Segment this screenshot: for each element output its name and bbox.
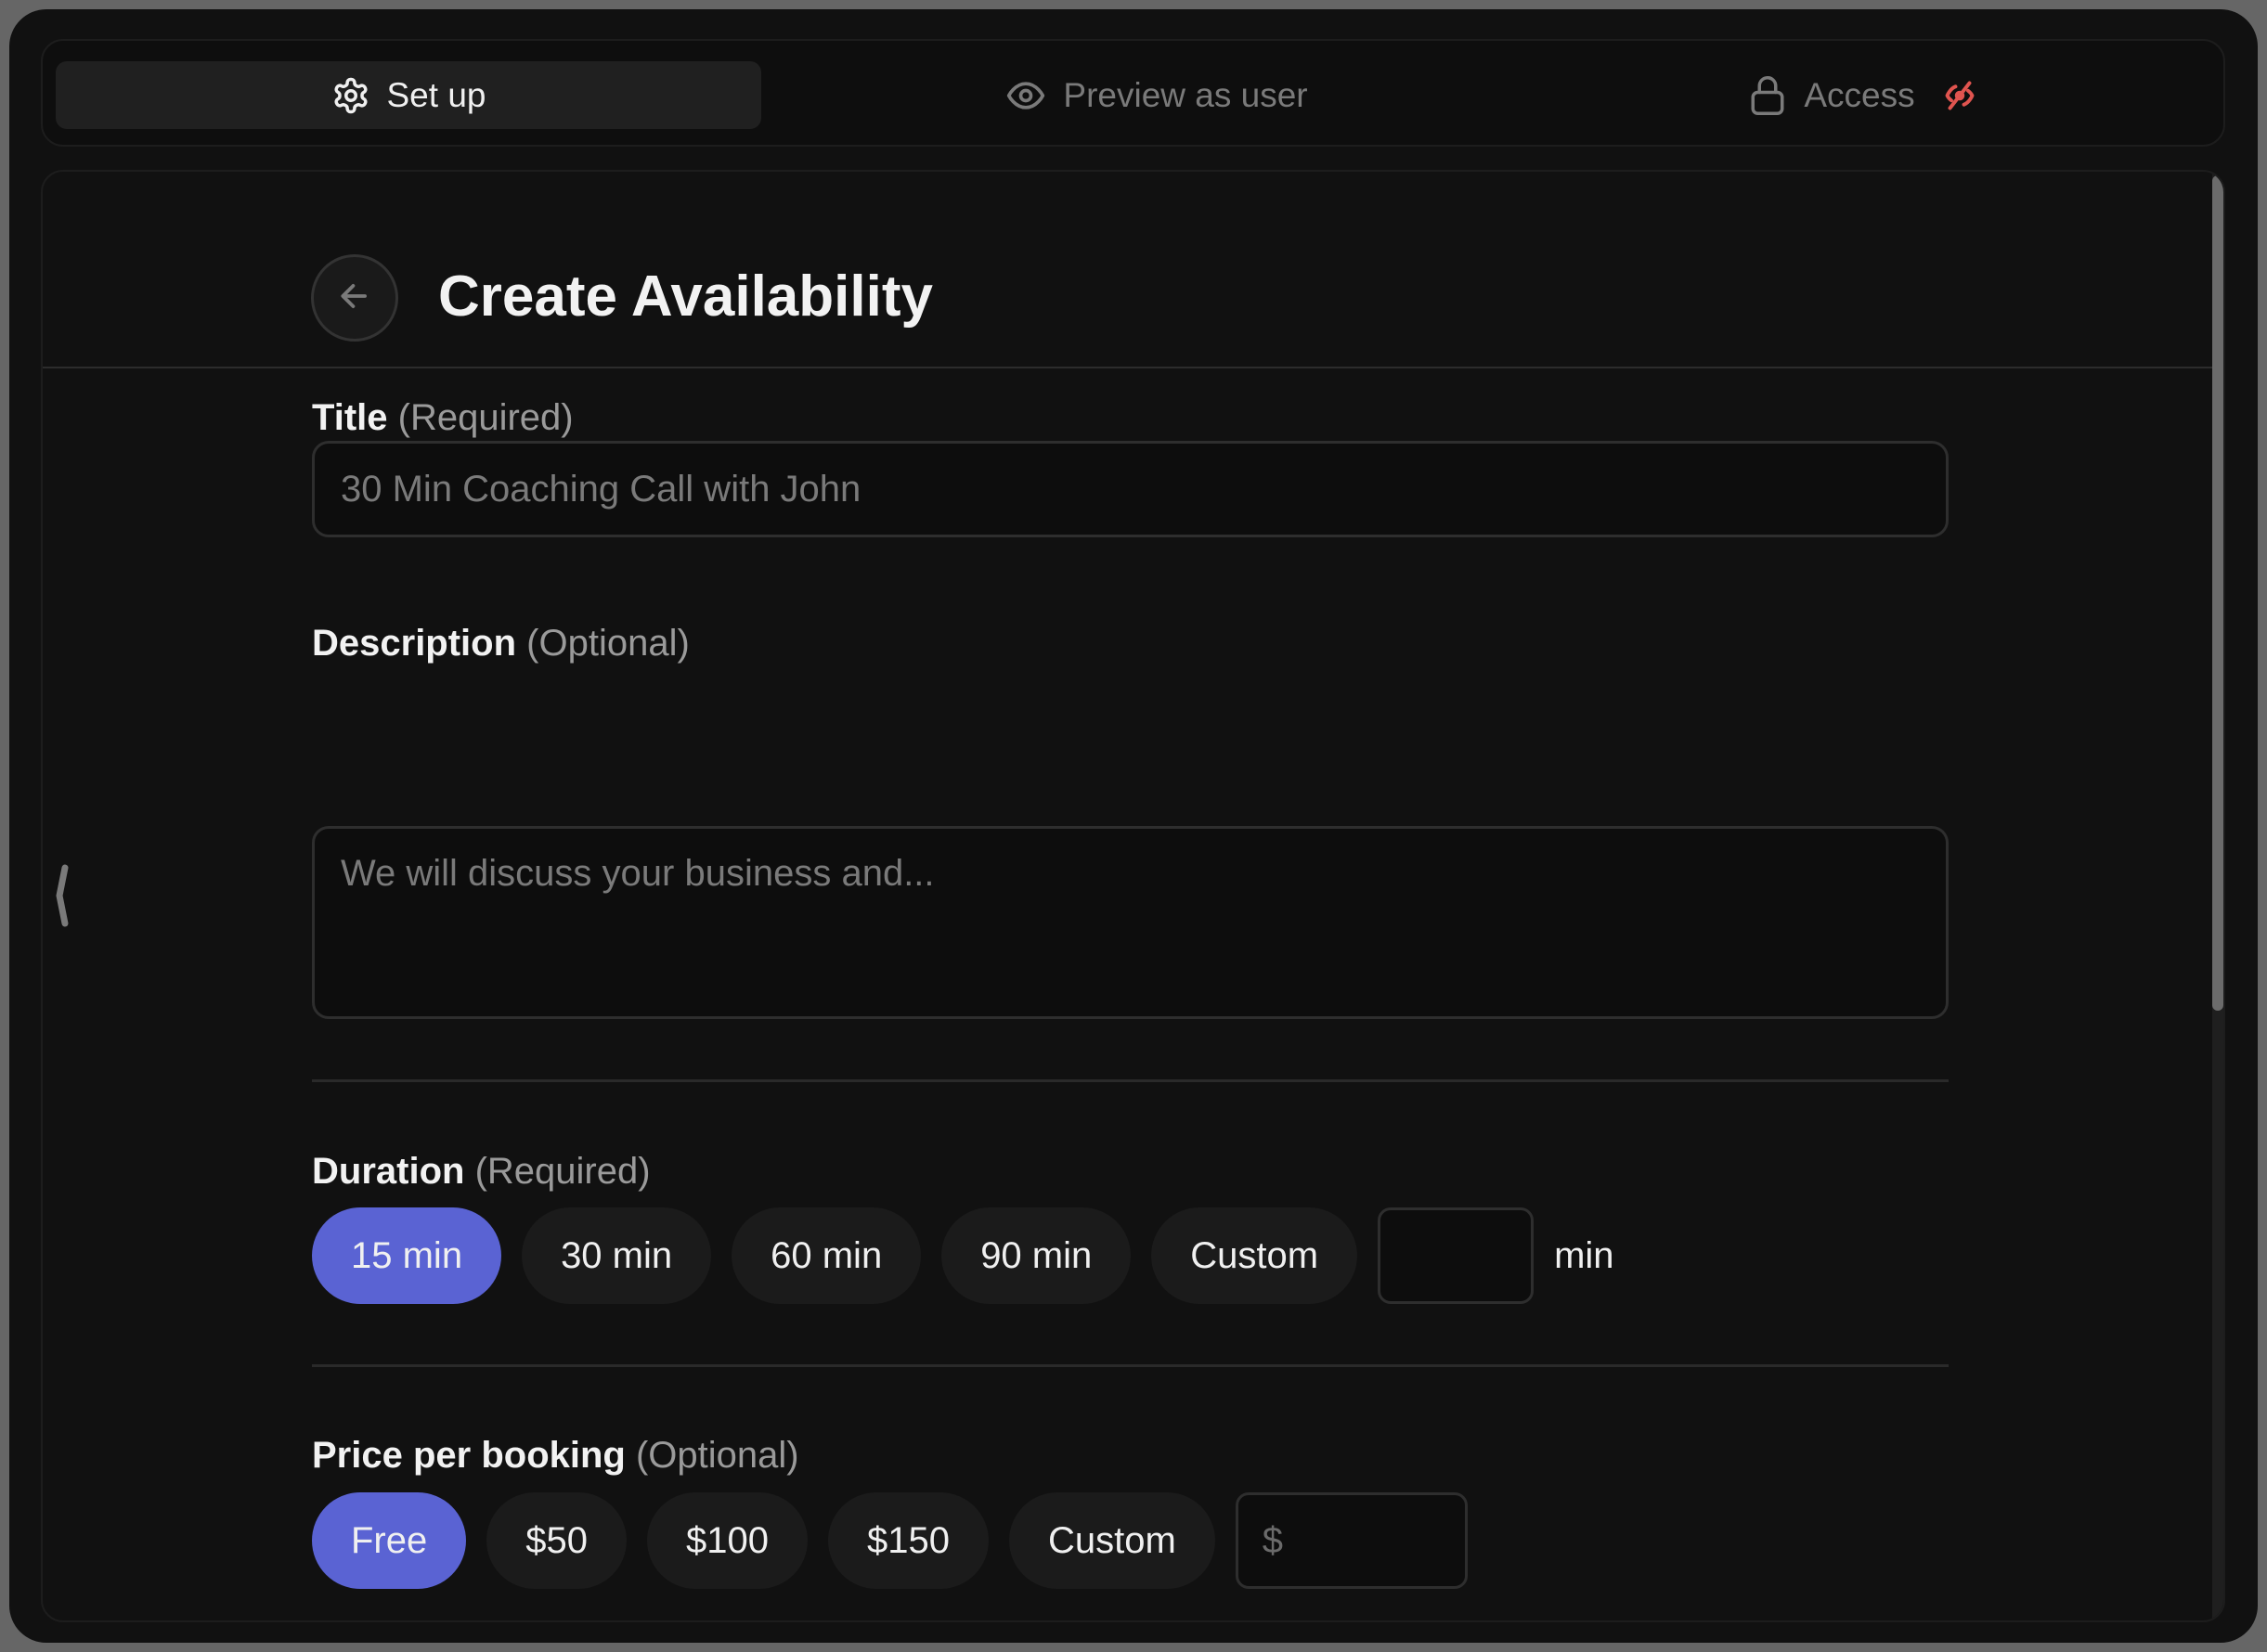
duration-field-label: Duration (Required) xyxy=(312,1148,651,1194)
duration-option-custom[interactable]: Custom xyxy=(1151,1207,1358,1304)
price-optional-hint: (Optional) xyxy=(635,1435,799,1476)
duration-label: Duration xyxy=(312,1151,465,1192)
description-textarea[interactable] xyxy=(312,826,1949,1019)
back-button[interactable] xyxy=(311,254,398,342)
section-divider xyxy=(312,1079,1949,1082)
gear-icon xyxy=(331,76,370,115)
duration-option-90-min[interactable]: 90 min xyxy=(941,1207,1132,1304)
tab-access-label: Access xyxy=(1804,75,1915,114)
arrow-left-icon xyxy=(337,278,372,318)
custom-duration-input[interactable] xyxy=(1378,1207,1535,1304)
price-option-free[interactable]: Free xyxy=(312,1492,467,1589)
title-input[interactable] xyxy=(312,441,1949,537)
tab-preview-as-user[interactable]: Preview as user xyxy=(971,61,1342,129)
collapse-sidebar-chevron-icon[interactable] xyxy=(48,858,76,933)
title-label: Title xyxy=(312,397,388,438)
description-label: Description xyxy=(312,623,517,664)
title-field-label: Title (Required) xyxy=(312,394,574,441)
eye-off-icon xyxy=(1943,79,1976,112)
description-field-label: Description (Optional) xyxy=(312,620,690,666)
tab-preview-label: Preview as user xyxy=(1063,75,1308,114)
scrollbar[interactable] xyxy=(2212,172,2223,1620)
main-panel: Create Availability Title (Required) Des… xyxy=(41,170,2225,1622)
scrollbar-thumb[interactable] xyxy=(2212,175,2223,1011)
mode-tabbar: Set up Preview as user Access xyxy=(41,39,2225,147)
description-optional-hint: (Optional) xyxy=(526,623,690,664)
section-divider xyxy=(312,1364,1949,1367)
duration-option-60-min[interactable]: 60 min xyxy=(732,1207,922,1304)
eye-icon xyxy=(1005,75,1046,116)
price-option-custom[interactable]: Custom xyxy=(1008,1492,1215,1589)
title-required-hint: (Required) xyxy=(397,397,574,438)
price-option-100[interactable]: $100 xyxy=(647,1492,808,1589)
page-header: Create Availability xyxy=(43,172,2215,368)
duration-unit-label: min xyxy=(1554,1234,1614,1276)
tab-setup-label: Set up xyxy=(386,75,486,114)
duration-option-15-min[interactable]: 15 min xyxy=(312,1207,502,1304)
page-title: Create Availability xyxy=(438,265,933,329)
custom-price-input[interactable] xyxy=(1235,1492,1468,1589)
price-field-label: Price per booking (Optional) xyxy=(312,1432,799,1478)
price-option-150[interactable]: $150 xyxy=(827,1492,989,1589)
price-option-50[interactable]: $50 xyxy=(486,1492,627,1589)
duration-required-hint: (Required) xyxy=(474,1151,651,1192)
app-window: Set up Preview as user Access Create Ava… xyxy=(9,9,2258,1643)
duration-option-30-min[interactable]: 30 min xyxy=(522,1207,712,1304)
lock-icon xyxy=(1748,74,1787,117)
tab-access[interactable]: Access xyxy=(1714,61,2011,129)
tab-setup[interactable]: Set up xyxy=(56,61,761,129)
duration-options: 15 min 30 min 60 min 90 min Custom min xyxy=(312,1207,1614,1304)
price-label: Price per booking xyxy=(312,1435,626,1476)
price-options: Free $50 $100 $150 Custom xyxy=(312,1492,1468,1589)
